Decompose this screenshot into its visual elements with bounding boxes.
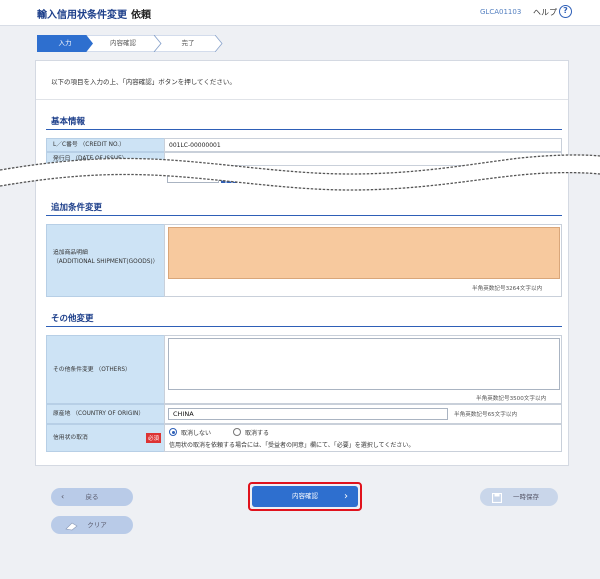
additional-goods-label-en: （ADDITIONAL SHIPMENT(GOODS)） (53, 259, 159, 265)
section-line (46, 129, 562, 130)
page-title: 輸入信用状条件変更 (37, 10, 127, 21)
section-title-basic: 基本情報 (51, 117, 86, 127)
required-badge: 必須 (146, 433, 162, 443)
divider (36, 99, 568, 100)
chevron-right-icon: › (344, 491, 348, 502)
back-button[interactable]: ‹ 戻る (51, 488, 133, 506)
eraser-icon (65, 520, 79, 538)
temp-save-button[interactable]: 一時保存 (480, 488, 558, 506)
page-subtitle: 依頼 (131, 10, 151, 21)
additional-goods-note: 半角英数記号3264文字以内 (472, 286, 543, 292)
confirm-button-label: 内容確認 (292, 492, 318, 500)
screen-code: GLCA01103 (480, 8, 522, 16)
additional-goods-textarea[interactable] (168, 227, 560, 279)
section-line (46, 326, 562, 327)
intro-text: 以下の項目を入力の上、「内容確認」ボタンを押してください。 (51, 78, 236, 86)
section-title-other: その他変更 (51, 314, 94, 324)
others-textarea[interactable] (168, 338, 560, 390)
additional-goods-label: 追加商品明細 （ADDITIONAL SHIPMENT(GOODS)） (46, 224, 165, 297)
step-complete: 完了 (181, 39, 195, 47)
section-line (46, 215, 562, 216)
radio-cancel-no-label[interactable]: 取消しない (181, 428, 211, 437)
chevron-left-icon: ‹ (61, 492, 65, 501)
step-confirm: 内容確認 (110, 39, 136, 47)
cancel-note: 信用状の取消を依頼する場合には、「受益者の同意」欄にて、「必要」を選択してくださ… (169, 442, 415, 449)
radio-cancel-yes[interactable] (233, 428, 241, 436)
help-link[interactable]: ヘルプ (533, 7, 557, 18)
confirm-button[interactable]: 内容確認 › (252, 486, 358, 507)
clear-button-label: クリア (87, 521, 107, 529)
form-panel: 以下の項目を入力の上、「内容確認」ボタンを押してください。 基本情報 L／C番号… (35, 60, 569, 466)
save-icon (491, 492, 503, 510)
others-label: その他条件変更 （OTHERS） (46, 335, 165, 404)
additional-goods-label-jp: 追加商品明細 (53, 250, 88, 256)
origin-label: 原産地 （COUNTRY OF ORIGIN） (46, 404, 165, 424)
page-header: 輸入信用状条件変更 依頼 GLCA01103 ヘルプ ? (0, 0, 600, 26)
omission-wave (0, 154, 600, 191)
radio-cancel-yes-label[interactable]: 取消する (245, 428, 269, 437)
radio-cancel-no[interactable] (169, 428, 177, 436)
origin-input[interactable]: CHINA (168, 408, 448, 420)
others-note: 半角英数記号3500文字以内 (476, 396, 547, 402)
clear-button[interactable]: クリア (51, 516, 133, 534)
origin-note: 半角英数記号65文字以内 (454, 412, 518, 418)
section-title-additional: 追加条件変更 (51, 203, 103, 213)
help-icon[interactable]: ? (559, 5, 572, 18)
back-button-label: 戻る (85, 493, 99, 501)
temp-save-label: 一時保存 (513, 493, 539, 501)
